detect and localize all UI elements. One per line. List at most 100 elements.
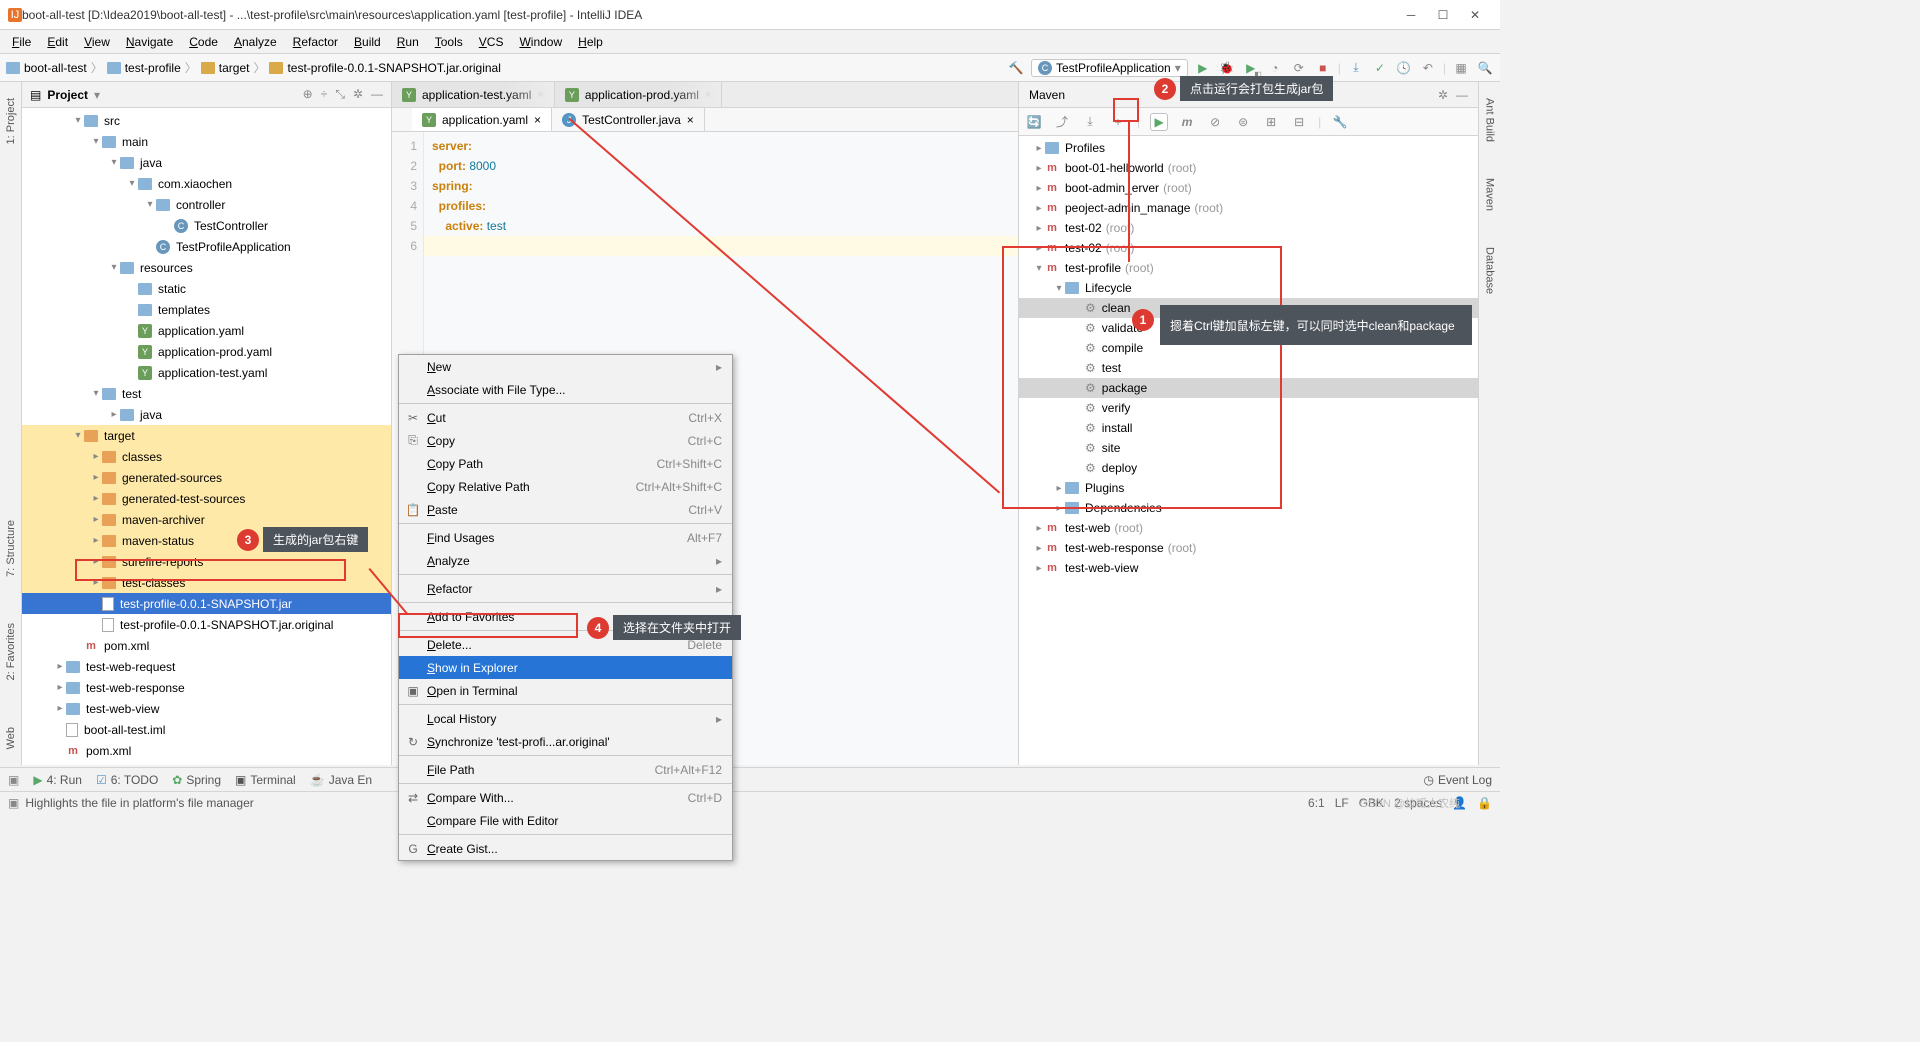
inspections-icon[interactable]: 👤 <box>1452 796 1467 810</box>
tree-item[interactable]: ▾controller <box>22 194 391 215</box>
editor-tab[interactable]: Yapplication-test.yaml× <box>392 82 555 107</box>
maven-reimport-button[interactable]: 🔄 <box>1025 113 1043 131</box>
context-menu-item[interactable]: Local History▸ <box>399 707 732 730</box>
build-button[interactable]: 🔨 <box>1007 59 1025 77</box>
breadcrumb-item[interactable]: boot-all-test <box>6 61 87 75</box>
maven-collapse-button[interactable]: ⊟ <box>1290 113 1308 131</box>
breadcrumb-item[interactable]: target <box>201 61 250 75</box>
structure-tool-tab[interactable]: 7: Structure <box>3 512 19 585</box>
debug-button[interactable]: 🐞 <box>1218 59 1236 77</box>
menu-window[interactable]: Window <box>511 33 570 51</box>
minimize-button[interactable]: ─ <box>1404 8 1418 22</box>
tree-item[interactable]: ▸generated-test-sources <box>22 488 391 509</box>
tree-item[interactable]: ▾src <box>22 110 391 131</box>
run-tab[interactable]: ▶4: Run <box>33 773 82 787</box>
tree-item[interactable]: Yapplication-prod.yaml <box>22 341 391 362</box>
maven-generate-button[interactable]: ⤴ <box>1053 113 1071 131</box>
editor-tab[interactable]: JTestController.java× <box>552 108 705 131</box>
context-menu-item[interactable]: Find UsagesAlt+F7 <box>399 526 732 549</box>
tree-item[interactable]: ▸classes <box>22 446 391 467</box>
tree-item[interactable]: boot-all-test.iml <box>22 719 391 740</box>
maven-run-button[interactable]: ▶ <box>1150 113 1168 131</box>
maven-tree-item[interactable]: ▸mtest-02(root) <box>1019 238 1478 258</box>
context-menu-item[interactable]: Refactor▸ <box>399 577 732 600</box>
ide-structure-button[interactable]: ▦ <box>1452 59 1470 77</box>
context-menu-item[interactable]: Copy PathCtrl+Shift+C <box>399 452 732 475</box>
editor-tab[interactable]: Yapplication-prod.yaml× <box>555 82 723 107</box>
menu-view[interactable]: View <box>76 33 118 51</box>
stop-button[interactable]: ■ <box>1314 59 1332 77</box>
tree-item[interactable]: mpom.xml <box>22 635 391 656</box>
maven-tree-item[interactable]: ▸mboot-01-helloworld(root) <box>1019 158 1478 178</box>
breadcrumb-item[interactable]: test-profile-0.0.1-SNAPSHOT.jar.original <box>269 61 500 75</box>
close-button[interactable]: ✕ <box>1468 8 1482 22</box>
tree-item[interactable]: Yapplication.yaml <box>22 320 391 341</box>
close-tab-icon[interactable]: × <box>705 89 711 101</box>
maven-tree[interactable]: ▸Profiles▸mboot-01-helloworld(root)▸mboo… <box>1019 136 1478 765</box>
tree-item[interactable]: mpom.xml <box>22 740 391 761</box>
context-menu-item[interactable]: Analyze▸ <box>399 549 732 572</box>
maven-tree-item[interactable]: ▸mtest-web-view <box>1019 558 1478 578</box>
run-config-selector[interactable]: C TestProfileApplication ▾ <box>1031 59 1188 77</box>
terminal-tab[interactable]: ▣Terminal <box>235 773 296 787</box>
tree-item[interactable]: ▸generated-sources <box>22 467 391 488</box>
tree-item[interactable]: ▾resources <box>22 257 391 278</box>
tree-item[interactable]: static <box>22 278 391 299</box>
maven-tree-item[interactable]: ▾mtest-profile(root) <box>1019 258 1478 278</box>
tree-item[interactable]: ▸test-web-response <box>22 677 391 698</box>
maven-tree-item[interactable]: ▸mboot-admin_erver(root) <box>1019 178 1478 198</box>
menu-vcs[interactable]: VCS <box>471 33 512 51</box>
maven-tree-item[interactable]: ⚙verify <box>1019 398 1478 418</box>
editor-tab[interactable]: Yapplication.yaml× <box>412 108 552 131</box>
todo-tab[interactable]: ☑6: TODO <box>96 773 158 787</box>
tree-item[interactable]: ▾target <box>22 425 391 446</box>
profile-button[interactable]: ◔ <box>1266 59 1284 77</box>
maven-tree-item[interactable]: ▸mpeoject-admin_manage(root) <box>1019 198 1478 218</box>
java-enterprise-tab[interactable]: ☕Java En <box>310 773 372 787</box>
hide-button[interactable]: — <box>371 87 383 102</box>
spring-tab[interactable]: ✿Spring <box>172 773 221 787</box>
context-menu-item[interactable]: New▸ <box>399 355 732 378</box>
file-encoding[interactable]: GBK <box>1359 796 1384 810</box>
context-menu-item[interactable]: ▣Open in Terminal <box>399 679 732 702</box>
project-tool-tab[interactable]: 1: Project <box>3 90 19 152</box>
menu-help[interactable]: Help <box>570 33 611 51</box>
coverage-button[interactable]: ▶◧ <box>1242 59 1260 77</box>
menu-run[interactable]: Run <box>389 33 427 51</box>
maven-tree-item[interactable]: ▸mtest-02(root) <box>1019 218 1478 238</box>
vcs-update-button[interactable]: ⤓ <box>1347 59 1365 77</box>
tree-item[interactable]: ▾main <box>22 131 391 152</box>
context-menu-item[interactable]: Compare File with Editor <box>399 809 732 832</box>
close-tab-icon[interactable]: × <box>687 113 694 127</box>
vcs-commit-button[interactable]: ✓ <box>1371 59 1389 77</box>
tree-item[interactable]: ▸java <box>22 404 391 425</box>
context-menu-item[interactable]: ⇄Compare With...Ctrl+D <box>399 786 732 809</box>
menu-analyze[interactable]: Analyze <box>226 33 285 51</box>
database-tab[interactable]: Database <box>1482 239 1498 302</box>
tree-item[interactable]: test-profile-0.0.1-SNAPSHOT.jar.original <box>22 614 391 635</box>
tree-item[interactable]: CTestController <box>22 215 391 236</box>
maven-show-deps-button[interactable]: ⊞ <box>1262 113 1280 131</box>
vcs-history-button[interactable]: 🕓 <box>1395 59 1413 77</box>
maven-tree-item[interactable]: ⚙test <box>1019 358 1478 378</box>
chevron-down-icon[interactable]: ▾ <box>94 88 100 102</box>
context-menu-item[interactable]: Associate with File Type... <box>399 378 732 401</box>
menu-file[interactable]: File <box>4 33 39 51</box>
maven-toggle-offline-button[interactable]: ⊘ <box>1206 113 1224 131</box>
maven-hide-button[interactable]: — <box>1456 88 1468 102</box>
maven-tree-item[interactable]: ⚙package <box>1019 378 1478 398</box>
maven-tab[interactable]: Maven <box>1482 170 1498 219</box>
tree-item[interactable]: ▸test-web-view <box>22 698 391 719</box>
menu-tools[interactable]: Tools <box>427 33 471 51</box>
context-menu-item[interactable]: Copy Relative PathCtrl+Alt+Shift+C <box>399 475 732 498</box>
tree-item[interactable]: test-profile-0.0.1-SNAPSHOT.jar <box>22 593 391 614</box>
maven-tree-item[interactable]: ▸Dependencies <box>1019 498 1478 518</box>
breadcrumb-item[interactable]: test-profile <box>107 61 181 75</box>
menu-refactor[interactable]: Refactor <box>285 33 346 51</box>
maven-download-button[interactable]: ⤓ <box>1081 113 1099 131</box>
search-everywhere-button[interactable]: 🔍 <box>1476 59 1494 77</box>
context-menu-item[interactable]: File PathCtrl+Alt+F12 <box>399 758 732 781</box>
indent-info[interactable]: 2 spaces <box>1394 796 1442 810</box>
tree-item[interactable]: Yapplication-test.yaml <box>22 362 391 383</box>
maven-settings-icon[interactable]: 🔧 <box>1331 113 1349 131</box>
